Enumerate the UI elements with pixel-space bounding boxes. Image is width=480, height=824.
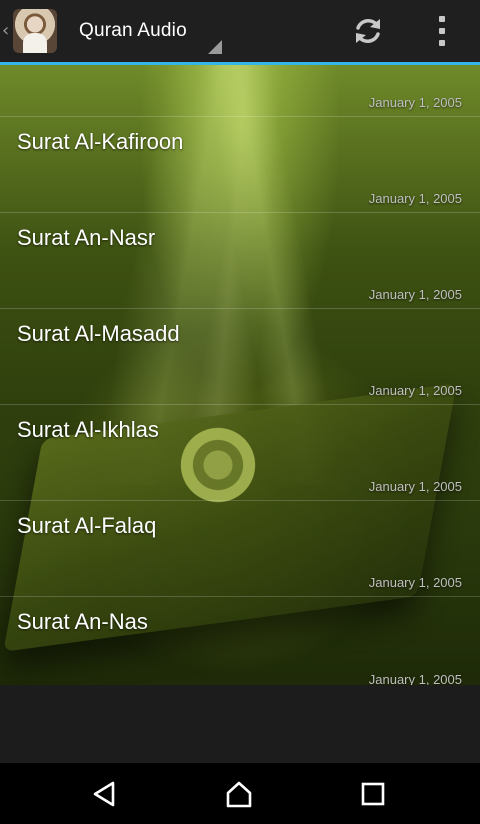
track-list: January 1, 2005 Surat Al-Kafiroon Januar… <box>0 65 480 685</box>
navigation-bar <box>0 763 480 824</box>
item-title: Surat An-Nas <box>17 609 148 634</box>
refresh-icon <box>356 19 380 43</box>
item-title: Surat Al-Masadd <box>17 321 180 346</box>
item-date: January 1, 2005 <box>368 95 462 110</box>
chevron-left-icon[interactable]: ‹ <box>2 20 12 42</box>
refresh-button[interactable] <box>340 0 396 62</box>
overflow-menu-button[interactable] <box>414 0 470 62</box>
item-title: Surat Al-Ikhlas <box>17 417 159 442</box>
home-button[interactable] <box>199 763 279 824</box>
item-date: January 1, 2005 <box>368 287 462 302</box>
item-title: Surat An-Nasr <box>17 225 156 250</box>
list-item[interactable]: Surat Al-Ikhlas January 1, 2005 <box>0 405 480 501</box>
home-icon <box>226 781 252 807</box>
back-button[interactable] <box>65 763 145 824</box>
app-icon[interactable] <box>13 9 57 53</box>
item-date: January 1, 2005 <box>368 575 462 590</box>
item-date: January 1, 2005 <box>368 479 462 494</box>
item-date: January 1, 2005 <box>368 672 462 685</box>
item-title: Surat Al-Kafiroon <box>17 129 184 154</box>
track-list-container[interactable]: January 1, 2005 Surat Al-Kafiroon Januar… <box>0 65 480 685</box>
recents-button[interactable] <box>333 763 413 824</box>
app-title: Quran Audio <box>79 20 187 41</box>
item-date: January 1, 2005 <box>368 383 462 398</box>
back-triangle-icon <box>93 781 115 806</box>
list-item[interactable]: Surat Al-Masadd January 1, 2005 <box>0 309 480 405</box>
list-item[interactable]: January 1, 2005 <box>0 65 480 117</box>
recents-square-icon <box>361 782 385 805</box>
list-item[interactable]: Surat Al-Kafiroon January 1, 2005 <box>0 117 480 213</box>
list-item[interactable]: Surat An-Nas January 1, 2005 <box>0 597 480 685</box>
overflow-menu-icon <box>439 16 445 46</box>
item-date: January 1, 2005 <box>368 191 462 206</box>
item-title: Surat Al-Falaq <box>17 513 157 538</box>
list-item[interactable]: Surat An-Nasr January 1, 2005 <box>0 213 480 309</box>
list-item[interactable]: Surat Al-Falaq January 1, 2005 <box>0 501 480 597</box>
title-spinner[interactable]: Quran Audio <box>66 0 226 62</box>
spinner-indicator-icon <box>208 40 222 54</box>
action-bar: ‹ Quran Audio <box>0 0 480 62</box>
empty-area <box>0 685 480 763</box>
